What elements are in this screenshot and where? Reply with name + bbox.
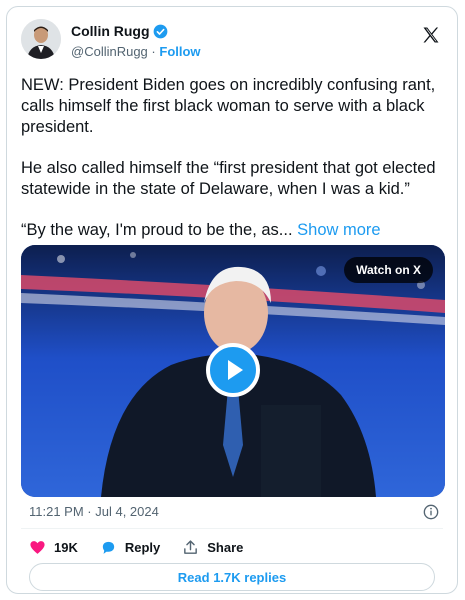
heart-icon [30,540,45,554]
tweet-card: Collin Rugg @CollinRugg · Follow NEW: Pr… [6,6,458,594]
share-button[interactable]: Share [182,539,243,556]
watch-on-x-badge[interactable]: Watch on X [344,257,433,283]
author-display-name[interactable]: Collin Rugg [71,22,150,40]
author-handle[interactable]: @CollinRugg [71,44,148,59]
info-icon[interactable] [423,504,439,520]
author-block: Collin Rugg @CollinRugg · Follow [71,22,201,61]
tweet-paragraph-1: NEW: President Biden goes on incredibly … [21,76,436,136]
play-button[interactable] [206,343,260,397]
read-replies-label: Read 1.7K replies [177,569,287,585]
like-button[interactable]: 19K [29,539,78,556]
reply-label: Reply [124,539,161,555]
tweet-header: Collin Rugg @CollinRugg · Follow [21,19,445,63]
follow-button[interactable]: Follow [159,44,200,59]
tweet-paragraph-3: “By the way, I'm proud to be the, as... … [21,220,446,241]
share-label: Share [207,539,244,555]
video-thumbnail[interactable]: Watch on X [21,245,445,497]
share-icon [184,539,198,554]
tweet-timestamp[interactable]: 11:21 PM · Jul 4, 2024 [29,504,159,519]
handle-row: @CollinRugg · Follow [71,43,201,61]
divider [21,528,443,529]
tweet-text: NEW: President Biden goes on incredibly … [21,75,446,261]
tweet-paragraph-3-text: “By the way, I'm proud to be the, as... [21,221,293,239]
show-more-link[interactable]: Show more [297,221,380,239]
reply-button[interactable]: Reply [100,539,160,556]
x-logo-icon[interactable] [421,25,441,45]
verified-badge-icon [153,24,167,38]
separator-dot: · [151,44,156,59]
read-replies-button[interactable]: Read 1.7K replies [29,563,435,591]
reply-bubble-icon [102,541,115,554]
author-name-row[interactable]: Collin Rugg [71,22,168,40]
like-count: 19K [54,539,78,555]
play-icon [228,360,243,380]
avatar[interactable] [21,19,61,59]
action-bar: 19K Reply Share [29,537,265,557]
tweet-paragraph-2: He also called himself the “first presid… [21,159,436,198]
